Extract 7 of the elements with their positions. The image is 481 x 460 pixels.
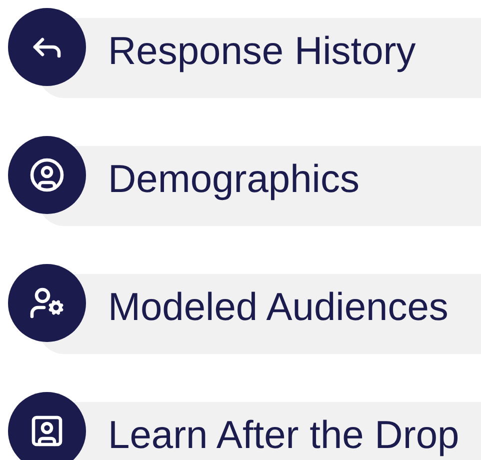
portrait-icon: [29, 413, 65, 449]
menu-item-label: Modeled Audiences: [108, 285, 448, 331]
user-gear-icon: [29, 285, 65, 321]
menu-item-label: Demographics: [108, 157, 360, 203]
menu-item-label: Learn After the Drop: [108, 413, 460, 459]
user-circle-icon: [29, 157, 65, 193]
menu-item-label: Response History: [108, 29, 416, 75]
